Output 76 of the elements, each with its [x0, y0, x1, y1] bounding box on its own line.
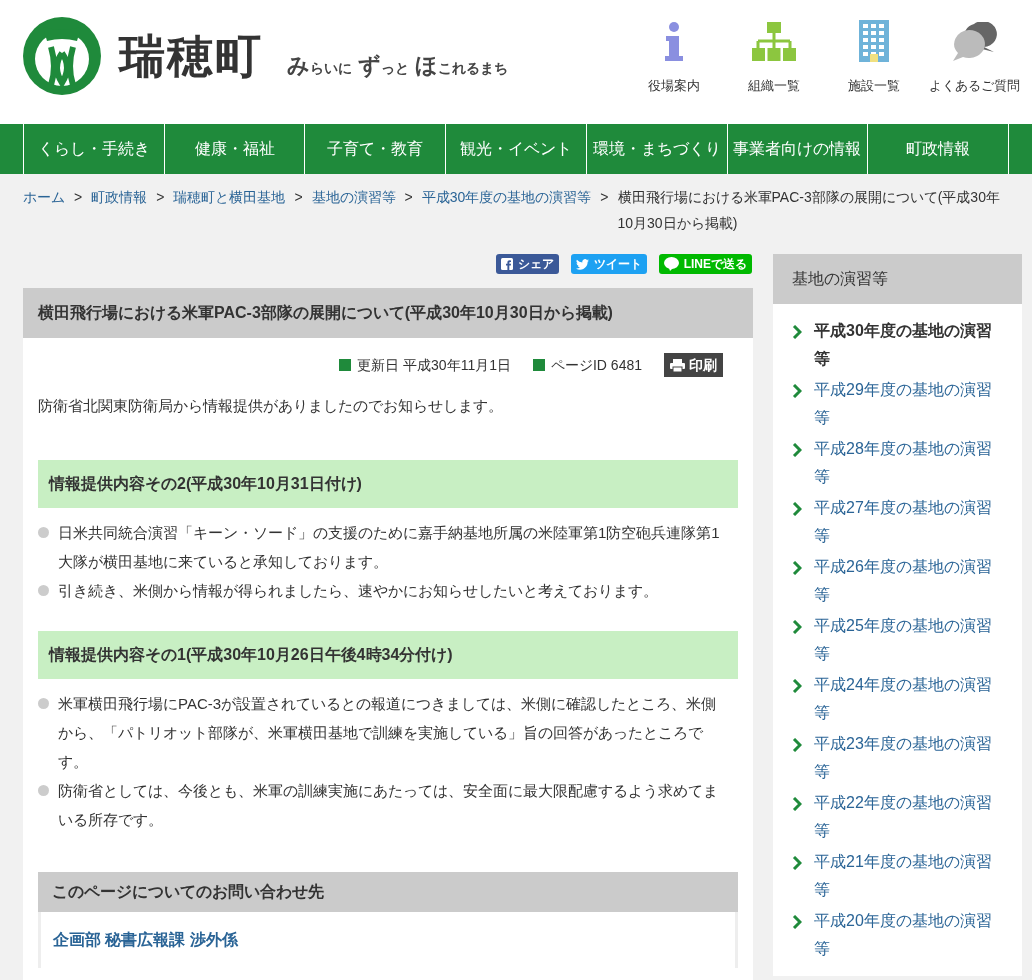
breadcrumb-link[interactable]: 町政情報	[91, 184, 148, 210]
bullet-icon	[38, 584, 49, 596]
print-button[interactable]: 印刷	[664, 353, 723, 377]
sidebar-link[interactable]: 平成27年度の基地の演習等	[814, 494, 999, 550]
org-chart-icon	[752, 22, 796, 62]
facebook-icon	[500, 258, 513, 270]
updated-date: 更新日 平成30年11月1日	[357, 355, 511, 375]
chevron-icon	[792, 679, 802, 693]
chevron-icon	[792, 797, 802, 811]
tagline: み らいに ずっと ほ これるまち	[286, 52, 508, 80]
nav-tab[interactable]: くらし・手続き	[23, 124, 164, 174]
quick-link[interactable]: 施設一覧	[824, 18, 924, 96]
contact-department: 企画部 秘書広報課 渉外係	[52, 929, 239, 950]
nav-tab[interactable]: 観光・イベント	[445, 124, 586, 174]
building-icon	[859, 20, 889, 62]
chevron-icon	[792, 738, 802, 752]
sidebar-link[interactable]: 平成30年度の基地の演習等	[814, 317, 999, 373]
breadcrumb-link[interactable]: ホーム	[23, 184, 65, 210]
chevron-icon	[792, 620, 802, 634]
breadcrumb-link[interactable]: 瑞穂町と横田基地	[173, 184, 286, 210]
breadcrumb-separator: >	[600, 188, 609, 207]
quick-link[interactable]: 役場案内	[624, 18, 724, 96]
speech-bubbles-icon	[950, 22, 998, 62]
nav-tab[interactable]: 環境・まちづくり	[585, 124, 727, 174]
info-icon	[663, 22, 685, 62]
article-title: 横田飛行場における米軍PAC-3部隊の展開について(平成30年10月30日から掲載)	[23, 288, 753, 338]
section-heading: 情報提供内容その2(平成30年10月31日付け)	[38, 459, 738, 508]
chevron-icon	[792, 443, 802, 457]
bullet-icon	[38, 526, 49, 538]
chevron-icon	[792, 502, 802, 516]
town-logo-icon	[23, 17, 101, 95]
nav-tab[interactable]: 事業者向けの情報	[726, 124, 868, 174]
sidebar-link[interactable]: 平成22年度の基地の演習等	[814, 789, 999, 845]
sidebar-link[interactable]: 平成29年度の基地の演習等	[814, 376, 999, 432]
bullet-text: 防衛省としては、今後とも、米軍の訓練実施にあたっては、安全面に最大限配慮するよう求めてまいる所存です。	[58, 780, 719, 830]
sidebar-title: 基地の演習等	[773, 254, 1022, 304]
nav-tab[interactable]: 町政情報	[867, 124, 1010, 174]
page-id: ページID 6481	[550, 355, 642, 375]
bullet-text: 米軍横田飛行場にPAC-3が設置されているとの報道につきましては、米側に確認したところ、米側から、「パトリオット部隊が、米軍横田基地で訓練を実施している」旨の回答があったところです。	[58, 693, 718, 772]
breadcrumb-current: 横田飛行場における米軍PAC-3部隊の展開について(平成30年10月30日から掲載)	[617, 188, 1001, 233]
line-chat-icon	[663, 257, 679, 271]
chevron-icon	[792, 915, 802, 929]
chevron-icon	[792, 325, 802, 339]
breadcrumb-separator: >	[404, 188, 413, 207]
sidebar-link[interactable]: 平成24年度の基地の演習等	[814, 671, 999, 727]
bird-icon	[575, 258, 589, 270]
contact-heading: このページについてのお問い合わせ先	[38, 871, 738, 912]
breadcrumb-link[interactable]: 基地の演習等	[311, 184, 396, 210]
sidebar-link[interactable]: 平成28年度の基地の演習等	[814, 435, 999, 491]
bullet-icon	[38, 784, 49, 796]
breadcrumb-separator: >	[156, 188, 165, 207]
site-name: 瑞穂町	[119, 31, 263, 81]
square-icon	[339, 359, 352, 371]
chevron-icon	[792, 384, 802, 398]
printer-icon	[670, 358, 685, 372]
quick-link[interactable]: よくあるご質問	[924, 18, 1024, 96]
sidebar-link[interactable]: 平成23年度の基地の演習等	[814, 730, 999, 786]
sidebar-link[interactable]: 平成25年度の基地の演習等	[814, 612, 999, 668]
breadcrumb-separator: >	[294, 188, 303, 207]
nav-tab[interactable]: 健康・福祉	[163, 124, 305, 174]
section-heading: 情報提供内容その1(平成30年10月26日午後4時34分付け)	[38, 630, 738, 679]
chevron-icon	[792, 561, 802, 575]
breadcrumb-separator: >	[74, 188, 83, 207]
bullet-text: 日米共同統合演習「キーン・ソード」の支援のために嘉手納基地所属の米陸軍第1防空砲兵連隊第1大隊が横田基地に来ていると承知しております。	[58, 522, 721, 572]
square-icon	[532, 359, 545, 371]
share-button[interactable]: シェア	[495, 254, 559, 274]
breadcrumb-link[interactable]: 平成30年度の基地の演習等	[421, 184, 592, 210]
quick-link[interactable]: 組織一覧	[724, 18, 824, 96]
sidebar-link[interactable]: 平成20年度の基地の演習等	[814, 907, 999, 963]
sidebar-link[interactable]: 平成21年度の基地の演習等	[814, 848, 999, 904]
nav-tab[interactable]: 子育て・教育	[304, 124, 446, 174]
sidebar-link[interactable]: 平成26年度の基地の演習等	[814, 553, 999, 609]
intro-text: 防衛省北関東防衛局から情報提供がありましたのでお知らせします。	[38, 396, 504, 416]
bullet-icon	[38, 697, 49, 709]
chevron-icon	[792, 856, 802, 870]
bullet-text: 引き続き、米側から情報が得られましたら、速やかにお知らせしたいと考えております。	[58, 580, 658, 601]
